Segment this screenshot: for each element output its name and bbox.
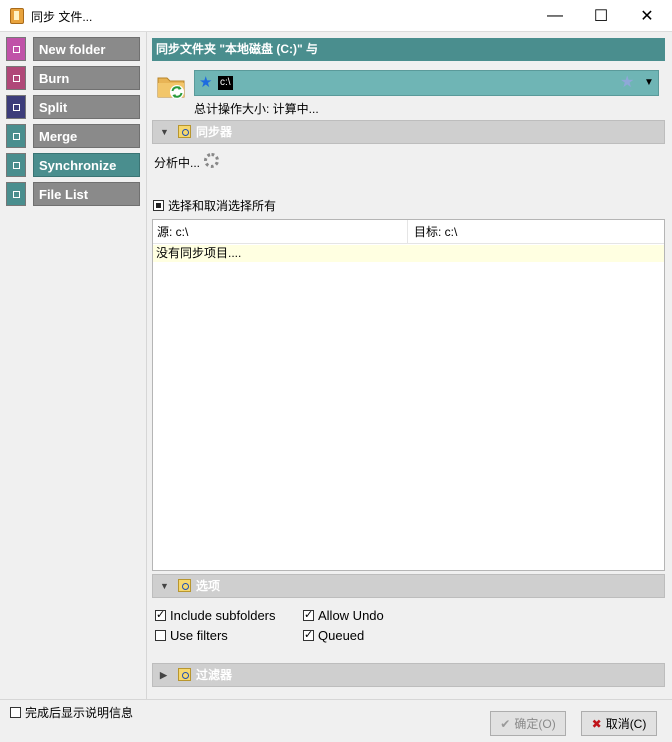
checkmark-icon: ✔ [500, 716, 511, 731]
target-path: c:\ [218, 76, 233, 90]
app-icon [10, 8, 24, 24]
title-bar: 同步 文件... — ☐ ✕ [0, 0, 672, 32]
favorite-star-icon[interactable]: ★ [620, 74, 634, 92]
synchronize-icon [6, 153, 26, 177]
sidebar-item-synchronize[interactable]: Synchronize [6, 153, 140, 177]
sync-folder-icon [157, 77, 185, 99]
dialog-footer: 完成后显示说明信息 ✔ 确定(O) ✖ 取消(C) [0, 699, 672, 742]
file-list-icon [6, 182, 26, 206]
burn-icon [6, 66, 26, 90]
allow-undo-label: Allow Undo [318, 608, 384, 623]
options-section-header[interactable]: ▼ 选项 [152, 574, 665, 598]
column-header-source[interactable]: 源: c:\ [153, 220, 408, 244]
sync-items-list[interactable]: 源: c:\ 目标: c:\ 没有同步项目.... [152, 219, 665, 571]
cancel-label: 取消(C) [605, 717, 647, 731]
checkbox-icon [303, 628, 314, 641]
sidebar-item-new-folder[interactable]: New folder [6, 37, 140, 61]
checkbox-icon [10, 707, 21, 718]
ok-label: 确定(O) [514, 717, 556, 731]
section-title: 过滤器 [196, 668, 233, 682]
section-title: 选项 [196, 579, 221, 593]
show-info-checkbox[interactable]: 完成后显示说明信息 [10, 704, 133, 721]
sidebar-item-label: Synchronize [33, 153, 140, 177]
target-path-selector[interactable]: ★ c:\ ★ ▼ [194, 70, 659, 96]
queued-label: Queued [318, 628, 365, 643]
select-all-label: 选择和取消选择所有 [168, 199, 277, 213]
checkbox-icon [303, 608, 314, 621]
sidebar-item-label: New folder [33, 37, 140, 61]
loading-spinner-icon [204, 153, 219, 168]
sidebar-item-file-list[interactable]: File List [6, 182, 140, 206]
allow-undo-checkbox[interactable]: Allow Undo [303, 608, 384, 623]
main-panel: 同步文件夹 "本地磁盘 (C:)" 与 ★ c:\ ★ ▼ 总计操作大小: 计算… [147, 32, 672, 699]
sidebar-item-label: Merge [33, 124, 140, 148]
star-icon: ★ [199, 74, 213, 91]
include-subfolders-label: Include subfolders [170, 608, 276, 623]
collapse-arrow-icon: ▼ [160, 127, 169, 137]
checkbox-icon [153, 200, 164, 211]
cancel-x-icon: ✖ [591, 716, 602, 731]
select-all-checkbox[interactable]: 选择和取消选择所有 [153, 197, 276, 214]
sidebar-item-label: Split [33, 95, 140, 119]
checkbox-icon [155, 630, 166, 641]
column-header-target[interactable]: 目标: c:\ [408, 220, 664, 244]
total-size-label: 总计操作大小: 计算中... [194, 102, 319, 116]
section-title: 同步器 [196, 125, 233, 139]
queued-checkbox[interactable]: Queued [303, 628, 364, 643]
collapse-arrow-icon: ▼ [160, 581, 169, 591]
cancel-button[interactable]: ✖ 取消(C) [581, 711, 657, 736]
minimize-button[interactable]: — [532, 0, 578, 31]
checkbox-icon [155, 608, 166, 621]
filters-section-header[interactable]: ▶ 过滤器 [152, 663, 665, 687]
sidebar-item-burn[interactable]: Burn [6, 66, 140, 90]
use-filters-checkbox[interactable]: Use filters [155, 628, 228, 643]
new-folder-icon [6, 37, 26, 61]
empty-list-message: 没有同步项目.... [153, 245, 664, 262]
filters-icon [178, 668, 191, 681]
sidebar-item-label: File List [33, 182, 140, 206]
chevron-down-icon[interactable]: ▼ [644, 75, 654, 91]
window-title: 同步 文件... [31, 10, 93, 24]
sidebar-item-split[interactable]: Split [6, 95, 140, 119]
ok-button[interactable]: ✔ 确定(O) [490, 711, 566, 736]
sidebar-item-label: Burn [33, 66, 140, 90]
include-subfolders-checkbox[interactable]: Include subfolders [155, 608, 276, 623]
split-icon [6, 95, 26, 119]
page-title: 同步文件夹 "本地磁盘 (C:)" 与 [152, 38, 665, 61]
synchronizer-section-header[interactable]: ▼ 同步器 [152, 120, 665, 144]
maximize-button[interactable]: ☐ [578, 0, 624, 31]
use-filters-label: Use filters [170, 628, 228, 643]
sidebar-item-merge[interactable]: Merge [6, 124, 140, 148]
options-icon [178, 579, 191, 592]
show-info-label: 完成后显示说明信息 [25, 706, 134, 720]
merge-icon [6, 124, 26, 148]
expand-arrow-icon: ▶ [160, 670, 167, 680]
synchronizer-icon [178, 125, 191, 138]
sidebar: New folder Burn Split Merge Synchronize … [0, 32, 147, 699]
close-button[interactable]: ✕ [624, 0, 670, 31]
analyzing-status: 分析中... [154, 156, 201, 170]
